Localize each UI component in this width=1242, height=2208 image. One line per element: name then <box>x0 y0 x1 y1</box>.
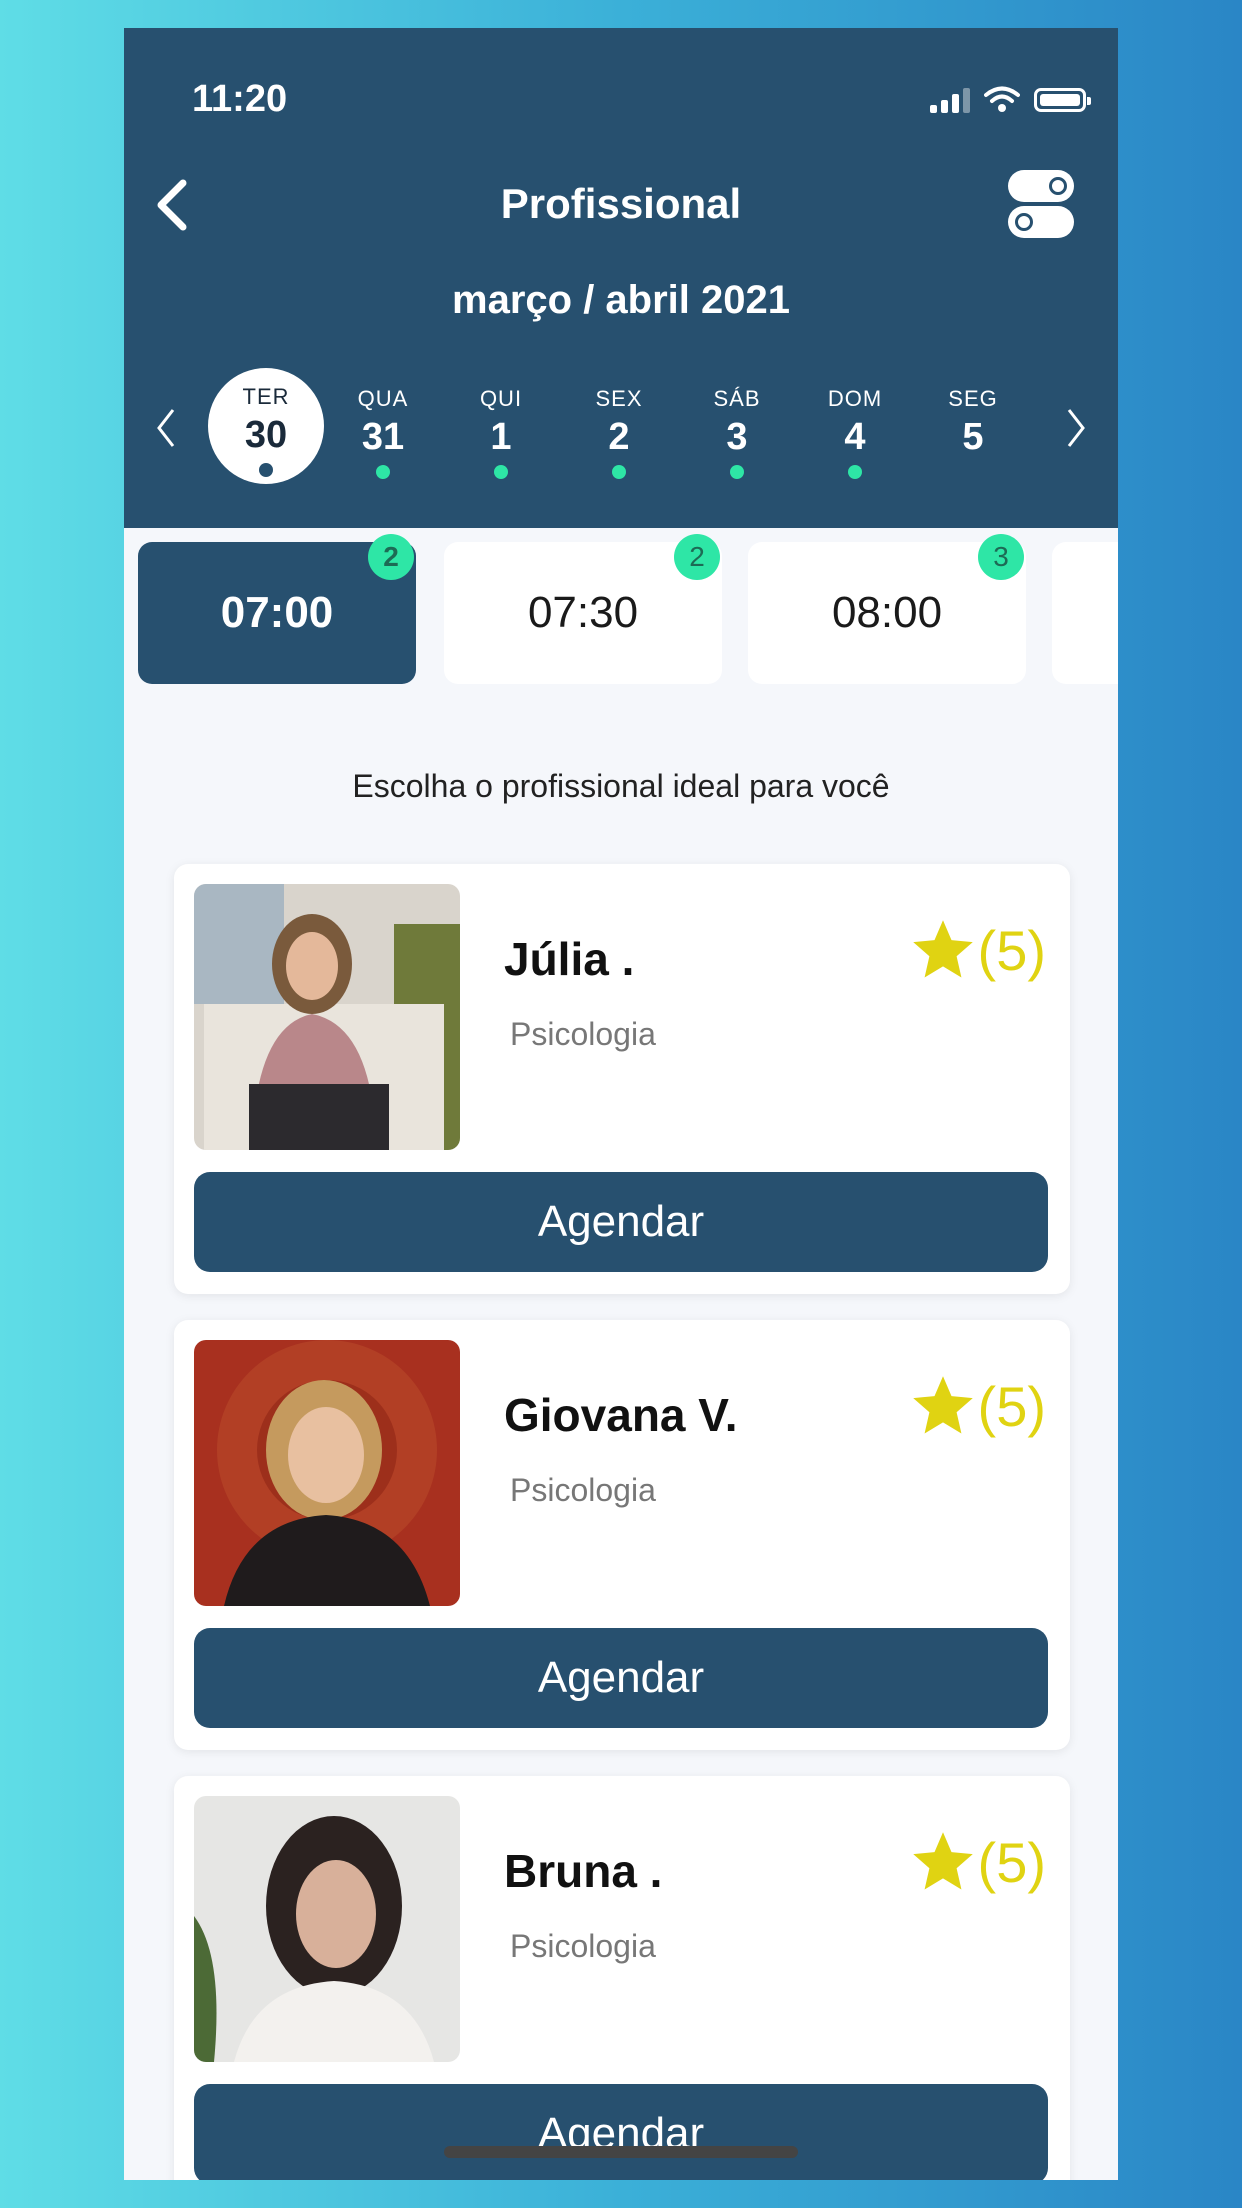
rating: (5) <box>908 1828 1046 1896</box>
wifi-icon <box>984 86 1020 112</box>
availability-dot <box>848 465 862 479</box>
availability-dot <box>259 463 273 477</box>
professional-photo <box>194 1340 460 1606</box>
schedule-button[interactable]: Agendar <box>194 1628 1048 1728</box>
professional-name: Júlia . <box>504 933 635 985</box>
schedule-button[interactable]: Agendar <box>194 1172 1048 1272</box>
day-selector: TER 30 QUA 31 QUI 1 SEX 2 SÁB 3 DOM 4 SE… <box>124 368 1118 508</box>
time-slot-list: 07:00 2 07:30 2 08:00 3 <box>124 528 1118 684</box>
status-icons <box>930 86 1091 114</box>
section-subtitle: Escolha o profissional ideal para você <box>352 768 890 804</box>
home-indicator[interactable] <box>444 2146 798 2158</box>
toggle-icon <box>1008 206 1074 238</box>
star-icon <box>912 920 973 978</box>
availability-dot <box>730 465 744 479</box>
day-item[interactable]: DOM 4 <box>800 368 910 484</box>
signal-icon <box>930 87 970 113</box>
professional-card: Bruna . Psicologia (5) Agendar <box>174 1776 1070 2180</box>
time-slot[interactable]: 08:00 3 <box>748 534 1026 684</box>
prev-week-button[interactable] <box>146 398 186 458</box>
day-item[interactable]: TER 30 <box>208 368 324 484</box>
day-item[interactable]: QUA 31 <box>328 368 438 484</box>
month-label: março / abril 2021 <box>452 278 790 322</box>
page-title: Profissional <box>500 180 742 227</box>
star-icon <box>912 1832 973 1890</box>
next-week-button[interactable] <box>1056 398 1096 458</box>
professional-card: Júlia . Psicologia (5) Agendar <box>174 864 1070 1294</box>
professional-specialty: Psicologia <box>510 1928 656 1964</box>
toggle-icon <box>1008 170 1074 202</box>
slot-count-badge: 2 <box>368 534 414 580</box>
professional-specialty: Psicologia <box>510 1016 656 1052</box>
day-item[interactable]: SEX 2 <box>564 368 674 484</box>
battery-icon <box>1034 88 1091 112</box>
slot-count-badge: 2 <box>674 534 720 580</box>
slot-count-badge: 3 <box>978 534 1024 580</box>
chevron-left-icon <box>157 409 175 447</box>
availability-dot <box>612 465 626 479</box>
header: 11:20 Profissional março / abril 2021 TE… <box>124 28 1118 528</box>
schedule-button[interactable]: Agendar <box>194 2084 1048 2180</box>
professional-photo <box>194 1796 460 2062</box>
time-slot[interactable]: 07:30 2 <box>444 534 722 684</box>
day-item[interactable]: QUI 1 <box>446 368 556 484</box>
chevron-right-icon <box>1067 409 1085 447</box>
day-item[interactable]: SEG 5 <box>918 368 1028 484</box>
professional-photo <box>194 884 460 1150</box>
time-slot[interactable]: 07:00 2 <box>138 534 416 684</box>
professional-specialty: Psicologia <box>510 1472 656 1508</box>
professional-name: Giovana V. <box>504 1389 738 1441</box>
star-icon <box>912 1376 973 1434</box>
professional-name: Bruna . <box>504 1845 663 1897</box>
status-time: 11:20 <box>192 78 288 120</box>
availability-dot <box>494 465 508 479</box>
professional-card: Giovana V. Psicologia (5) Agendar <box>174 1320 1070 1750</box>
filter-toggle-button[interactable] <box>1008 168 1078 242</box>
time-slot[interactable] <box>1052 542 1118 684</box>
availability-dot <box>376 465 390 479</box>
rating: (5) <box>908 1372 1046 1440</box>
phone-screen: 11:20 Profissional março / abril 2021 TE… <box>124 28 1118 2180</box>
rating: (5) <box>908 916 1046 984</box>
day-item[interactable]: SÁB 3 <box>682 368 792 484</box>
